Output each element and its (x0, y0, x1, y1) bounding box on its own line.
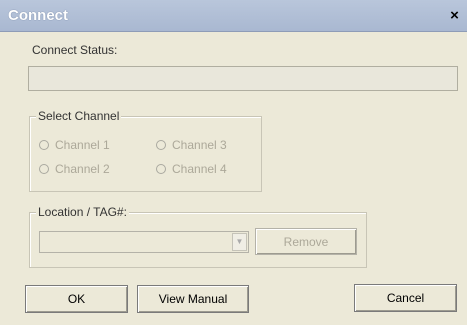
select-channel-legend: Select Channel (36, 109, 122, 123)
remove-button[interactable]: Remove (255, 228, 357, 255)
location-legend: Location / TAG#: (36, 205, 129, 219)
channel-label: Channel 2 (55, 162, 110, 176)
view-manual-button[interactable]: View Manual (137, 285, 249, 313)
title-bar[interactable]: Connect × (0, 0, 467, 32)
location-dropdown[interactable]: ▼ (39, 231, 249, 253)
channel-label: Channel 4 (172, 162, 227, 176)
channel-4-radio[interactable]: Channel 4 (156, 161, 227, 177)
channel-label: Channel 3 (172, 138, 227, 152)
connect-status-label: Connect Status: (32, 43, 118, 57)
select-channel-group: Select Channel Channel 1 Channel 2 Chann… (29, 109, 262, 192)
radio-button-icon (156, 140, 166, 150)
window-title: Connect (8, 7, 68, 24)
ok-button[interactable]: OK (25, 285, 128, 313)
cancel-button[interactable]: Cancel (354, 284, 457, 312)
connect-dialog: Connect × Connect Status: Select Channel… (0, 0, 467, 325)
channel-label: Channel 1 (55, 138, 110, 152)
channel-3-radio[interactable]: Channel 3 (156, 137, 227, 153)
radio-button-icon (39, 164, 49, 174)
chevron-down-icon[interactable]: ▼ (232, 233, 247, 251)
connect-status-field (28, 66, 458, 91)
close-icon[interactable]: × (446, 7, 463, 24)
radio-button-icon (156, 164, 166, 174)
channel-1-radio[interactable]: Channel 1 (39, 137, 110, 153)
radio-button-icon (39, 140, 49, 150)
channel-2-radio[interactable]: Channel 2 (39, 161, 110, 177)
